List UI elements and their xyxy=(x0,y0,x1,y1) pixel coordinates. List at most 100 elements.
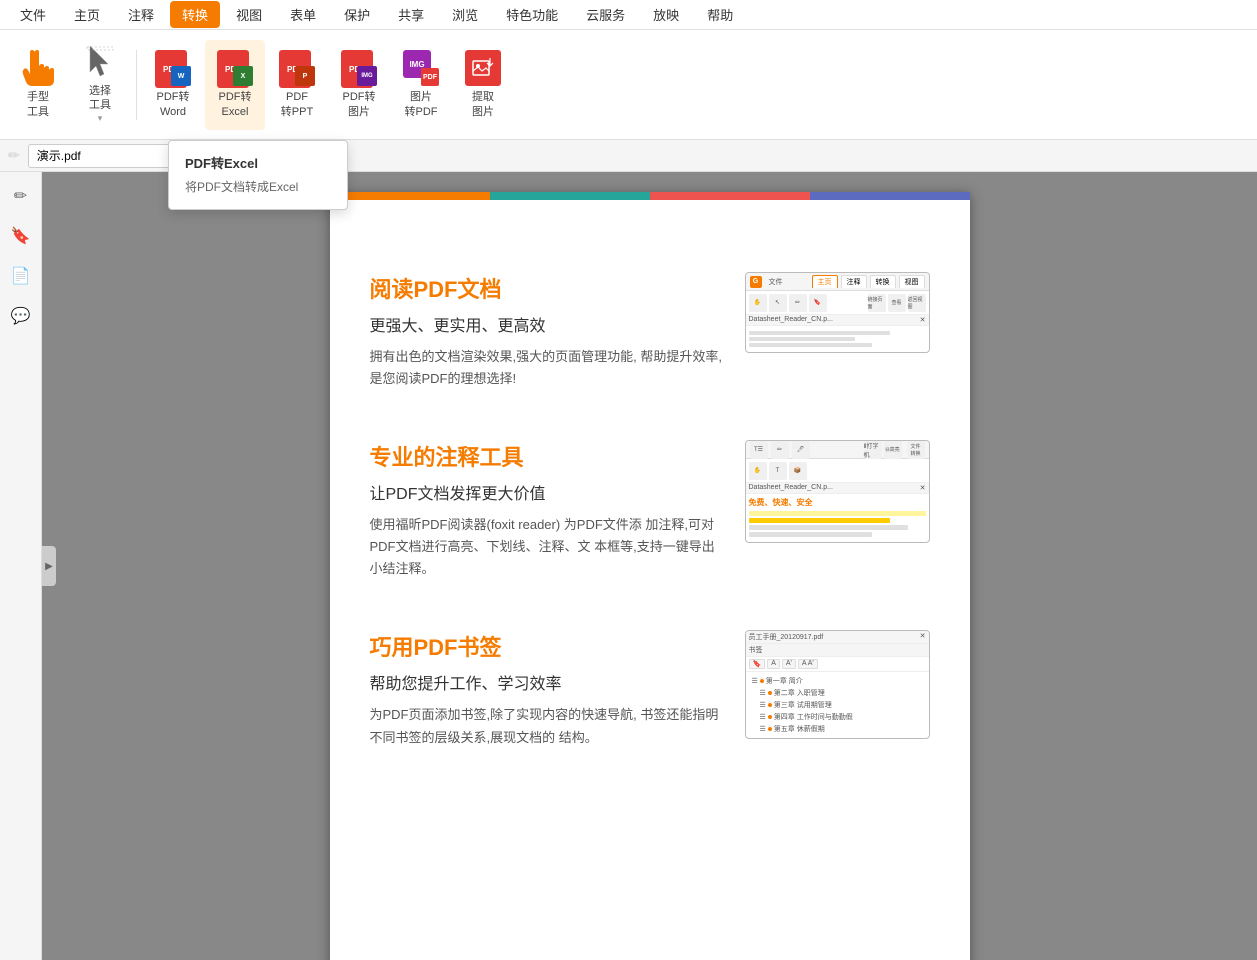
select-tool-label: 选择工具 xyxy=(89,84,111,113)
pw-tool2-print: Ⅱ打字机 xyxy=(864,441,882,459)
pw-titlebar-1: G 文件 主页 注释 转换 视图 xyxy=(746,273,929,291)
bm-btn-2: A xyxy=(767,659,780,669)
menu-protect[interactable]: 保护 xyxy=(332,1,382,28)
bm-chapter-3: ☰ 第三章 试用期管理 xyxy=(757,699,926,711)
menu-share[interactable]: 共享 xyxy=(386,1,436,28)
section-1-desc: 拥有出色的文档渲染效果,强大的页面管理功能, 帮助提升效率,是您阅读PDF的理想… xyxy=(370,346,725,390)
menu-view[interactable]: 视图 xyxy=(224,1,274,28)
bar-teal xyxy=(490,192,650,200)
section-2-inner: 专业的注释工具 让PDF文档发挥更大价值 使用福昕PDF阅读器(foxit re… xyxy=(370,440,930,580)
pw-tool2-1: T☰ xyxy=(750,441,768,459)
pw-filename-2: Datasheet_Reader_CN.p...✕ xyxy=(746,483,929,494)
pw-titlebar-2: T☰ ✏ 🖊 Ⅱ打字机 ⊟高亮 文件转换 xyxy=(746,441,929,459)
hand-tool-button[interactable]: 手型工具 xyxy=(8,40,68,130)
pdf-word-icon: PDF W xyxy=(155,50,191,86)
pw-line-3 xyxy=(749,343,873,347)
pw-tool2-convert: 文件转换 xyxy=(907,441,925,459)
section-1-title: 阅读PDF文档 xyxy=(370,272,725,304)
sidebar-bookmark-icon[interactable]: 🔖 xyxy=(5,220,37,252)
bm-dot-3 xyxy=(768,703,772,707)
main-layout: ✏ 🔖 📄 💬 ▶ 阅读PDF文档 更强大、更实用、更高效 xyxy=(0,172,1257,960)
pencil-icon: ✏ xyxy=(8,147,20,164)
pdf-to-word-button[interactable]: PDF W PDF转Word xyxy=(143,40,203,130)
pw-content-2: 免费、快速、安全 xyxy=(746,494,929,542)
bm-dot-1 xyxy=(760,679,764,683)
section-2-desc: 使用福昕PDF阅读器(foxit reader) 为PDF文件添 加注释,可对P… xyxy=(370,514,725,580)
pdf-excel-icon: PDF X xyxy=(217,50,253,86)
pdf-top-bar xyxy=(330,192,970,200)
menu-annotate[interactable]: 注释 xyxy=(116,1,166,28)
pw-tool-link: 链接页面 xyxy=(868,294,886,312)
bm-btn-3: A' xyxy=(782,659,796,669)
image-to-pdf-button[interactable]: IMG PDF 图片转PDF xyxy=(391,40,451,130)
pw-tool-select: ↖ xyxy=(769,294,787,312)
img-pdf-icon: IMG PDF xyxy=(403,50,439,86)
tooltip-desc: 将PDF文档转成Excel xyxy=(169,176,347,201)
pdf-to-ppt-button[interactable]: PDF P PDF转PPT xyxy=(267,40,327,130)
preview-window-1: G 文件 主页 注释 转换 视图 ✋ ↖ ✏ 🔖 xyxy=(745,272,930,353)
section-2-title: 专业的注释工具 xyxy=(370,440,725,472)
pw-line-gray xyxy=(749,525,908,530)
section-3-title: 巧用PDF书签 xyxy=(370,630,725,662)
pdf-page: 阅读PDF文档 更强大、更实用、更高效 拥有出色的文档渲染效果,强大的页面管理功… xyxy=(330,192,970,960)
pw-tab-view: 视图 xyxy=(899,275,925,288)
pw-highlight-2 xyxy=(749,518,891,523)
bm-chapter-3-label: 第三章 试用期管理 xyxy=(774,700,832,710)
menu-form[interactable]: 表单 xyxy=(278,1,328,28)
bm-chapter-5: ☰ 第五章 休薪假期 xyxy=(757,723,926,735)
section-1-subtitle: 更强大、更实用、更高效 xyxy=(370,312,725,336)
extract-image-button[interactable]: 提取图片 xyxy=(453,40,513,130)
toolbar: 手型工具 选择工具 ▾ PDF W PDF转Word xyxy=(0,30,1257,140)
pw-right-tools-1: 链接页面 查看 返回视图 xyxy=(868,294,926,312)
sidebar-comment-icon[interactable]: 💬 xyxy=(5,300,37,332)
section-2-subtitle: 让PDF文档发挥更大价值 xyxy=(370,480,725,504)
bm-chapter-1-label: 第一章 简介 xyxy=(766,676,803,686)
pw-tool-more: 返回视图 xyxy=(908,294,926,312)
section-2-text: 专业的注释工具 让PDF文档发挥更大价值 使用福昕PDF阅读器(foxit re… xyxy=(370,440,725,580)
menu-help[interactable]: 帮助 xyxy=(695,1,745,28)
pw-tool-stamp: 🔖 xyxy=(809,294,827,312)
menu-file[interactable]: 文件 xyxy=(8,1,58,28)
pdf-section-1: 阅读PDF文档 更强大、更实用、更高效 拥有出色的文档渲染效果,强大的页面管理功… xyxy=(370,272,930,390)
menubar: 文件 主页 注释 转换 视图 表单 保护 共享 浏览 特色功能 云服务 放映 帮… xyxy=(0,0,1257,30)
extract-img-icon xyxy=(465,50,501,86)
pw-line-gray2 xyxy=(749,532,873,537)
pw-line-1 xyxy=(749,331,891,335)
left-sidebar: ✏ 🔖 📄 💬 xyxy=(0,172,42,960)
menu-home[interactable]: 主页 xyxy=(62,1,112,28)
menu-cloud[interactable]: 云服务 xyxy=(574,1,637,28)
img-pdf-label: 图片转PDF xyxy=(405,90,438,119)
pw-tool2-hand: ✋ xyxy=(749,462,767,480)
bm-chapter-2-label: 第二章 入职管理 xyxy=(774,688,825,698)
sidebar-edit-icon[interactable]: ✏ xyxy=(5,180,37,212)
pdf-to-image-button[interactable]: PDF IMG PDF转图片 xyxy=(329,40,389,130)
pw-orange-text: 免费、快速、安全 xyxy=(749,497,926,508)
collapse-button[interactable]: ▶ xyxy=(42,546,56,586)
pw-toolbar-2: ✋ T 📦 xyxy=(746,459,929,483)
pw-filename-3: 员工手册_20120917.pdf✕ xyxy=(746,631,929,644)
pdf-ppt-icon: PDF P xyxy=(279,50,315,86)
menu-feature[interactable]: 特色功能 xyxy=(494,1,570,28)
pw-filename-1: Datasheet_Reader_CN.p...✕ xyxy=(746,315,929,326)
menu-convert[interactable]: 转换 xyxy=(170,1,220,28)
bm-btn-1: 🔖 xyxy=(749,659,766,669)
section-1-text: 阅读PDF文档 更强大、更实用、更高效 拥有出色的文档渲染效果,强大的页面管理功… xyxy=(370,272,725,390)
bar-red xyxy=(650,192,810,200)
preview-window-3: 员工手册_20120917.pdf✕ 书签 🔖 A A' A A' ☰ xyxy=(745,630,930,739)
tooltip-title: PDF转Excel xyxy=(169,149,347,176)
sidebar-page-icon[interactable]: 📄 xyxy=(5,260,37,292)
bm-chapter-4: ☰ 第四章 工作时间与勤勤假 xyxy=(757,711,926,723)
pdf-to-excel-button[interactable]: PDF X PDF转Excel xyxy=(205,40,265,130)
menu-browse[interactable]: 浏览 xyxy=(440,1,490,28)
section-3-text: 巧用PDF书签 帮助您提升工作、学习效率 为PDF页面添加书签,除了实现内容的快… xyxy=(370,630,725,748)
bm-section-title: 书签 xyxy=(746,644,929,657)
pw-tab-convert: 转换 xyxy=(870,275,896,288)
section-1-inner: 阅读PDF文档 更强大、更实用、更高效 拥有出色的文档渲染效果,强大的页面管理功… xyxy=(370,272,930,390)
tooltip-dropdown: PDF转Excel 将PDF文档转成Excel xyxy=(168,140,348,210)
hand-icon xyxy=(20,50,56,86)
select-tool-button[interactable]: 选择工具 ▾ xyxy=(70,40,130,130)
select-icon xyxy=(82,46,118,80)
menu-present[interactable]: 放映 xyxy=(641,1,691,28)
pw-tool2-box: 📦 xyxy=(789,462,807,480)
bar-orange xyxy=(330,192,490,200)
